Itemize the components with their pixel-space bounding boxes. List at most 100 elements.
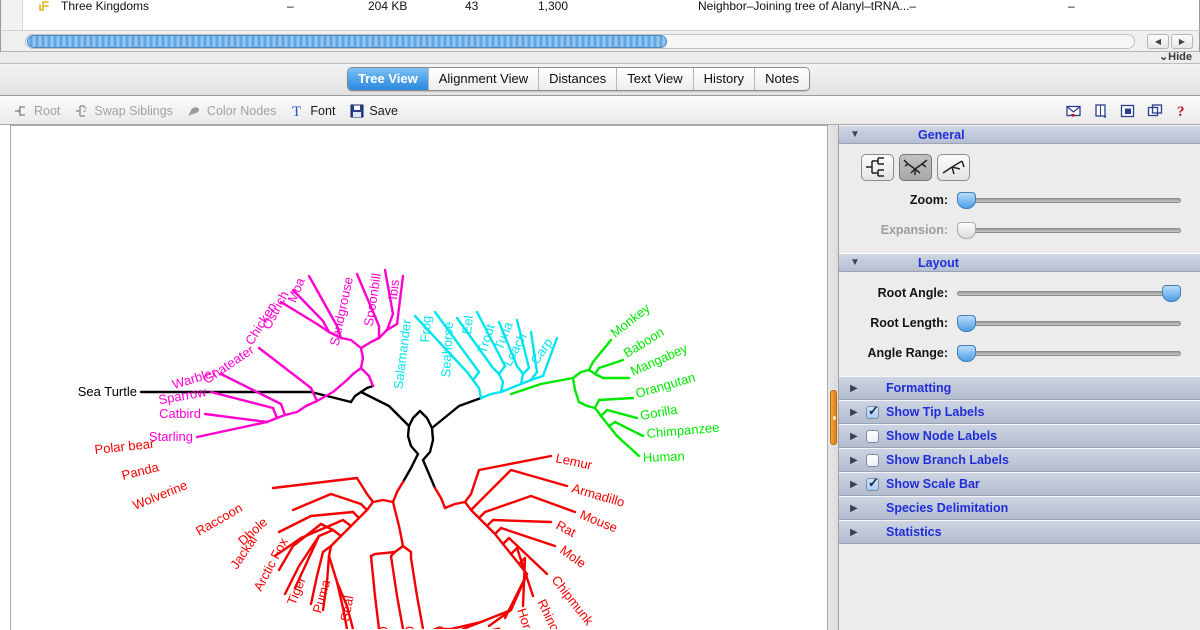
tip-label-human: Human [643,449,685,465]
side-panel-footer [839,544,1200,558]
disclosure-triangle-icon[interactable]: ▶ [850,479,866,490]
divider-grip-handle[interactable] [830,390,837,445]
unrooted-tree-button[interactable] [937,154,970,181]
font-icon: T [292,104,301,119]
tab-alignment-view[interactable]: Alignment View [428,68,540,90]
color-nodes-button[interactable]: Color Nodes [187,103,276,119]
root-angle-track[interactable] [957,291,1181,296]
angle-range-slider-row: Angle Range: [839,338,1200,368]
tip-label-salamander: Salamander [391,318,415,390]
tab-tree-view[interactable]: Tree View [348,68,429,90]
font-button[interactable]: T Font [290,103,335,119]
root-angle-knob[interactable] [1162,285,1181,302]
angle-range-knob[interactable] [957,345,976,362]
circular-tree-button[interactable] [899,154,932,181]
label-show-branch-labels: Show Branch Labels [886,453,1009,467]
section-header-general[interactable]: ▼ General [839,125,1200,144]
root-length-slider[interactable] [957,314,1181,332]
document-list: Three Kingdoms – 204 KB 43 1,300 Neighbo… [0,0,1200,30]
tip-label-gnateater: Gnateater [200,342,257,387]
tip-label-catbird: Catbird [159,406,201,421]
view-tabs: Tree View Alignment View Distances Text … [347,67,811,91]
tip-label-starling: Starling [149,429,193,444]
tip-label-eel: Eel [459,315,476,335]
tree-canvas[interactable]: Sea Turtle Starling Catbird Sparrow Warb… [10,125,828,630]
tree-layout-buttons [839,144,1200,185]
angle-range-track[interactable] [957,351,1181,356]
tab-history[interactable]: History [693,68,756,90]
tab-distances[interactable]: Distances [539,68,618,90]
tip-label-spoonbill: Spoonbill [361,272,384,327]
save-button[interactable]: Save [349,103,398,119]
tip-labels-mammals: Lemur Armadillo Mouse Rat Mole Chipmunk … [94,436,627,630]
disclosure-triangle-icon[interactable]: ▶ [850,527,866,538]
disclosure-triangle-icon[interactable]: ▶ [850,455,866,466]
tree-document-icon [39,1,49,11]
root-button[interactable]: Root [14,103,60,119]
document-row[interactable]: Three Kingdoms – 204 KB 43 1,300 Neighbo… [23,0,1199,16]
section-show-node-labels[interactable]: ▶ Show Node Labels [839,424,1200,448]
expansion-slider[interactable] [957,221,1181,239]
phylogenetic-tree[interactable]: Sea Turtle Starling Catbird Sparrow Warb… [11,126,827,630]
scrollbar-track[interactable] [25,34,1135,49]
doc-size: 204 KB [368,0,408,13]
root-angle-slider[interactable] [957,284,1181,302]
root-length-track[interactable] [957,321,1181,326]
root-length-label: Root Length: [870,316,948,330]
scroll-right-button[interactable]: ▶ [1171,34,1193,49]
checkbox-show-node-labels[interactable] [866,429,879,443]
hide-bar: ⌄Hide [0,50,1200,64]
section-title-layout: Layout [918,255,959,270]
panel-divider[interactable] [828,125,838,630]
section-header-layout[interactable]: ▼ Layout [839,253,1200,272]
disclosure-triangle-icon[interactable]: ▶ [850,503,866,514]
angle-range-slider[interactable] [957,344,1181,362]
zoom-slider[interactable] [957,191,1181,209]
column-ruler-icon[interactable] [1093,103,1109,119]
save-label: Save [369,103,398,118]
label-show-tip-labels: Show Tip Labels [886,405,985,419]
help-icon[interactable]: ? [1174,103,1190,119]
tab-notes[interactable]: Notes [755,68,810,90]
doc-sequences: 43 [465,0,479,13]
label-statistics: Statistics [886,525,942,539]
section-show-tip-labels[interactable]: ▶ Show Tip Labels [839,400,1200,424]
export-icon[interactable] [1120,103,1136,119]
expansion-slider-track[interactable] [957,228,1181,233]
checkbox-show-branch-labels[interactable] [866,453,879,467]
rectangular-tree-button[interactable] [861,154,894,181]
checkbox-show-tip-labels[interactable] [866,403,879,419]
section-formatting[interactable]: ▶ Formatting [839,376,1200,400]
disclosure-triangle-icon[interactable]: ▶ [850,383,866,394]
horizontal-scrollbar[interactable]: ◀ ▶ [0,30,1200,52]
zoom-slider-knob[interactable] [957,192,976,209]
disclosure-triangle-icon[interactable]: ▶ [850,407,866,418]
mail-icon[interactable] [1066,103,1082,119]
circular-tree-icon [903,159,928,175]
expansion-slider-knob[interactable] [957,222,976,239]
section-show-branch-labels[interactable]: ▶ Show Branch Labels [839,448,1200,472]
tip-label-polar-bear: Polar bear [94,436,156,457]
checkbox-show-scale-bar[interactable] [866,475,879,491]
tip-label-frog: Frog [417,315,434,343]
disclosure-triangle-icon[interactable]: ▶ [850,431,866,442]
new-window-icon[interactable] [1147,103,1163,119]
scrollbar-thumb[interactable] [27,35,667,48]
hide-button[interactable]: ⌄Hide [1159,50,1192,63]
disclosure-triangle-icon[interactable]: ▼ [850,129,862,140]
scroll-left-button[interactable]: ◀ [1147,34,1169,49]
expansion-slider-row: Expansion: [839,215,1200,245]
tab-text-view[interactable]: Text View [617,68,694,90]
section-species-delimitation[interactable]: ▶ Species Delimitation [839,496,1200,520]
disclosure-triangle-icon[interactable]: ▼ [850,257,862,268]
tip-label-mole: Mole [557,542,589,571]
root-length-knob[interactable] [957,315,976,332]
toolbar-left-group: Root 2 Swap Siblings Color Nodes T Font … [14,96,398,125]
tree-viewer-window: Three Kingdoms – 204 KB 43 1,300 Neighbo… [0,0,1200,630]
toolbar-right-group: ? [1066,96,1190,125]
zoom-slider-track[interactable] [957,198,1181,203]
swap-siblings-button[interactable]: 2 Swap Siblings [74,103,173,119]
tip-label-mouse: Mouse [578,507,620,536]
section-statistics[interactable]: ▶ Statistics [839,520,1200,544]
section-show-scale-bar[interactable]: ▶ Show Scale Bar [839,472,1200,496]
